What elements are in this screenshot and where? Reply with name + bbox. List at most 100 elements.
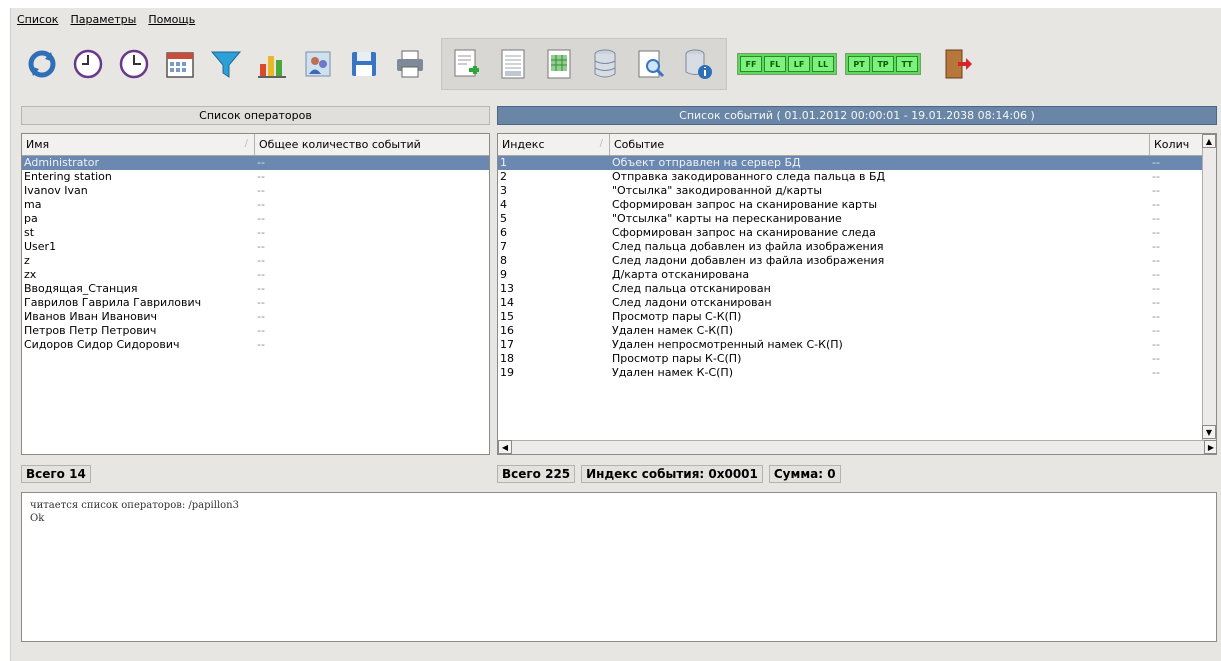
table-row[interactable]: 13 След пальца отсканирован -- — [498, 282, 1202, 296]
operator-name: Administrator — [24, 156, 99, 169]
calendar-icon — [166, 52, 194, 78]
table-row[interactable]: ma -- — [22, 198, 489, 212]
event-count: -- — [1152, 352, 1160, 365]
table-row[interactable]: 3 "Отсылка" закодированной д/карты -- — [498, 184, 1202, 198]
table-row[interactable]: Гаврилов Гаврила Гаврилович -- — [22, 296, 489, 310]
table-row[interactable]: 5 "Отсылка" карты на пересканирование -- — [498, 212, 1202, 226]
table-row[interactable]: Administrator -- — [22, 156, 489, 170]
table-row[interactable]: 8 След ладони добавлен из файла изображен… — [498, 254, 1202, 268]
table-row[interactable]: 7 След пальца добавлен из файла изображен… — [498, 240, 1202, 254]
table-row[interactable]: zx -- — [22, 268, 489, 282]
table-row[interactable]: st -- — [22, 226, 489, 240]
events-vertical-scrollbar[interactable]: ▲ ▼ — [1202, 134, 1216, 454]
save-icon — [352, 52, 376, 76]
event-index: 15 — [500, 310, 514, 323]
column-header-event-count[interactable]: Общее количество событий — [255, 134, 489, 155]
table-row[interactable]: 19 Удален намек К-С(П) -- — [498, 366, 1202, 380]
events-horizontal-scrollbar[interactable]: ◀ ▶ — [498, 440, 1216, 454]
table-row[interactable]: User1 -- — [22, 240, 489, 254]
time-start-button[interactable] — [67, 43, 109, 85]
log-panel[interactable]: читается список операторов: /papillon3 O… — [21, 492, 1217, 642]
print-button[interactable] — [389, 43, 431, 85]
db-info-button[interactable] — [676, 43, 718, 85]
table-row[interactable]: Иванов Иван Иванович -- — [22, 310, 489, 324]
table-row[interactable]: pa -- — [22, 212, 489, 226]
filter-button[interactable] — [205, 43, 247, 85]
badge-tp[interactable]: TP — [872, 56, 894, 72]
badge-tt[interactable]: TT — [896, 56, 918, 72]
event-index: 13 — [500, 282, 514, 295]
event-name: "Отсылка" карты на пересканирование — [612, 212, 842, 225]
exit-button[interactable] — [935, 43, 977, 85]
column-header-index[interactable]: Индекс / — [498, 134, 610, 155]
operator-event-count: -- — [257, 296, 265, 309]
table-row[interactable]: 14 След ладони отсканирован -- — [498, 296, 1202, 310]
operators-status: Всего 14 — [21, 463, 97, 484]
operator-event-count: -- — [257, 170, 265, 183]
operator-name: User1 — [24, 240, 57, 253]
table-row[interactable]: 9 Д/карта отсканирована -- — [498, 268, 1202, 282]
table-row[interactable]: 15 Просмотр пары С-К(П) -- — [498, 310, 1202, 324]
badge-fl[interactable]: FL — [764, 56, 786, 72]
table-row[interactable]: 4 Сформирован запрос на сканирование карт… — [498, 198, 1202, 212]
operator-name: Иванов Иван Иванович — [24, 310, 157, 323]
table-row[interactable]: 16 Удален намек С-К(П) -- — [498, 324, 1202, 338]
event-count: -- — [1152, 240, 1160, 253]
table-row[interactable]: Ivanov Ivan -- — [22, 184, 489, 198]
table-row[interactable]: 1 Объект отправлен на сервер БД -- — [498, 156, 1202, 170]
operators-table[interactable]: Имя / Общее количество событий Administra… — [21, 133, 490, 455]
event-count: -- — [1152, 254, 1160, 267]
scroll-right-button[interactable]: ▶ — [1204, 440, 1216, 454]
badge-pt[interactable]: PT — [848, 56, 870, 72]
scroll-down-button[interactable]: ▼ — [1202, 425, 1216, 439]
badge-ll[interactable]: LL — [812, 56, 834, 72]
database-button[interactable] — [584, 43, 626, 85]
menu-help[interactable]: Помощь — [148, 13, 195, 26]
report-button[interactable] — [492, 43, 534, 85]
report-green-button[interactable] — [538, 43, 580, 85]
operator-name: z — [24, 254, 30, 267]
badge-lf[interactable]: LF — [788, 56, 810, 72]
event-name: Просмотр пары К-С(П) — [612, 352, 742, 365]
table-row[interactable]: 2 Отправка закодированного следа пальца в… — [498, 170, 1202, 184]
calendar-button[interactable] — [159, 43, 201, 85]
scroll-left-button[interactable]: ◀ — [498, 440, 512, 454]
operator-name: pa — [24, 212, 38, 225]
table-row[interactable]: Сидоров Сидор Сидорович -- — [22, 338, 489, 352]
chart-button[interactable] — [251, 43, 293, 85]
table-row[interactable]: Петров Петр Петрович -- — [22, 324, 489, 338]
operators-button[interactable] — [297, 43, 339, 85]
save-button[interactable] — [343, 43, 385, 85]
export-button[interactable] — [446, 43, 488, 85]
operator-event-count: -- — [257, 198, 265, 211]
refresh-button[interactable] — [21, 43, 63, 85]
table-row[interactable]: Entering station -- — [22, 170, 489, 184]
menu-list[interactable]: Список — [17, 13, 58, 26]
column-header-name[interactable]: Имя / — [22, 134, 255, 155]
operator-event-count: -- — [257, 338, 265, 351]
time-end-button[interactable] — [113, 43, 155, 85]
event-count: -- — [1152, 324, 1160, 337]
table-row[interactable]: 6 Сформирован запрос на сканирование след… — [498, 226, 1202, 240]
search-doc-button[interactable] — [630, 43, 672, 85]
table-row[interactable]: 18 Просмотр пары К-С(П) -- — [498, 352, 1202, 366]
column-header-event[interactable]: Событие — [610, 134, 1150, 155]
operator-name: Entering station — [24, 170, 112, 183]
operator-name: zx — [24, 268, 37, 281]
report-green-icon — [547, 49, 571, 79]
column-header-count[interactable]: Колич — [1150, 134, 1204, 155]
chart-icon — [258, 56, 286, 78]
menu-parameters[interactable]: Параметры — [70, 13, 136, 26]
table-row[interactable]: 17 Удален непросмотренный намек С-К(П) -- — [498, 338, 1202, 352]
badge-ff[interactable]: FF — [740, 56, 762, 72]
event-name: След ладони добавлен из файла изображени… — [612, 254, 885, 267]
table-row[interactable]: z -- — [22, 254, 489, 268]
toolbar: FF FL LF LL PT TP TT — [11, 32, 1221, 96]
event-index: 8 — [500, 254, 507, 267]
event-name: Удален непросмотренный намек С-К(П) — [612, 338, 843, 351]
events-sum: Сумма: 0 — [768, 464, 841, 483]
events-table[interactable]: Индекс / Событие Колич 1 Объект отправлен … — [497, 133, 1217, 455]
scroll-up-button[interactable]: ▲ — [1202, 134, 1216, 148]
table-row[interactable]: Вводящая_Станция -- — [22, 282, 489, 296]
operator-name: ma — [24, 198, 42, 211]
